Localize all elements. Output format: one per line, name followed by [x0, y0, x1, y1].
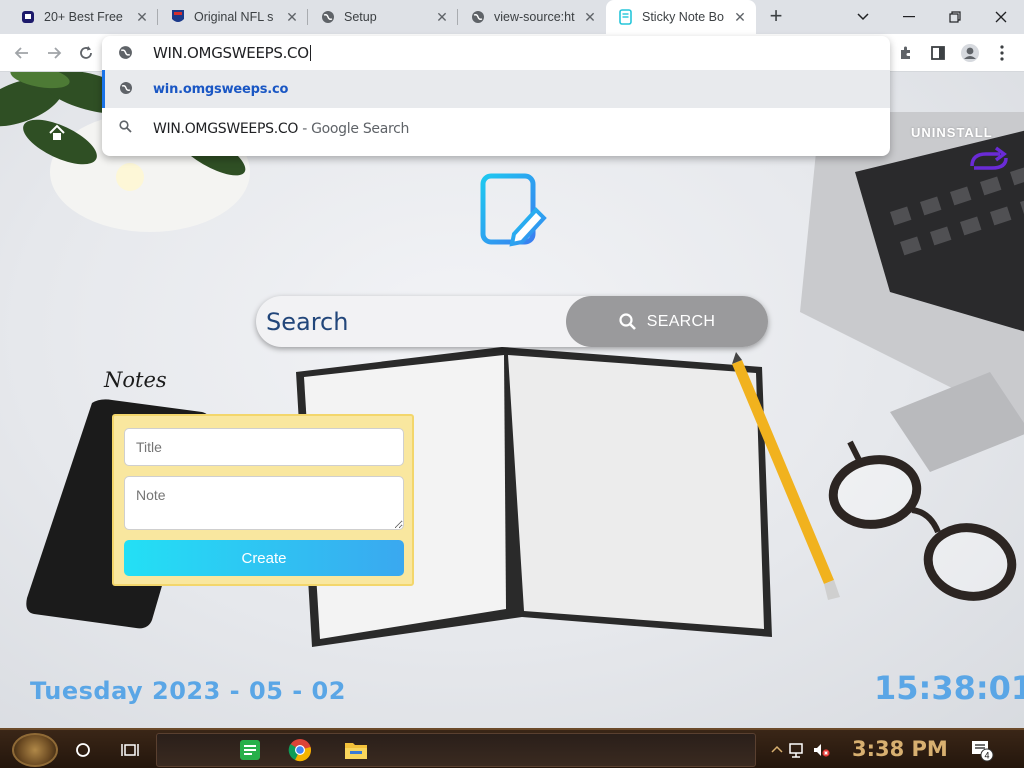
new-tab-button[interactable]: +: [764, 5, 788, 29]
taskbar-clock[interactable]: 3:38 PM: [852, 737, 948, 761]
nfl-icon: [170, 9, 186, 25]
file-explorer-icon[interactable]: [342, 736, 370, 764]
close-tab-icon[interactable]: ✕: [134, 9, 150, 25]
sticky-note-logo-icon: [480, 173, 547, 247]
suggestion-url[interactable]: win.omgsweeps.co: [102, 70, 890, 108]
close-tab-icon[interactable]: ✕: [434, 9, 450, 25]
search-bar: SEARCH: [256, 296, 768, 347]
sticky-notes-app-icon[interactable]: [236, 736, 264, 764]
close-window-button[interactable]: [978, 0, 1024, 34]
search-icon: [119, 120, 132, 138]
tab-title: Sticky Note Bo: [642, 10, 724, 24]
close-tab-icon[interactable]: ✕: [582, 9, 598, 25]
tab-nfl[interactable]: Original NFL s ✕: [158, 0, 308, 34]
tab-view-source[interactable]: view-source:ht ✕: [458, 0, 606, 34]
suggestion-search-text: WIN.OMGSWEEPS.CO - Google Search: [153, 121, 410, 137]
notes-heading: Notes: [104, 368, 167, 392]
create-note-button[interactable]: Create: [124, 540, 404, 576]
omnibox-dropdown: WIN.OMGSWEEPS.CO win.omgsweeps.co WIN.OM…: [102, 36, 890, 156]
note-icon: [618, 9, 634, 25]
start-button[interactable]: [12, 733, 58, 767]
close-tab-icon[interactable]: ✕: [732, 9, 748, 25]
minimize-button[interactable]: [886, 0, 932, 34]
tab-title: Setup: [344, 10, 377, 24]
clock-display: 15:38:01: [874, 669, 1024, 707]
side-panel-icon[interactable]: [926, 41, 950, 65]
network-icon[interactable]: [788, 741, 806, 759]
back-button[interactable]: [10, 41, 34, 65]
address-bar[interactable]: WIN.OMGSWEEPS.CO: [102, 36, 890, 70]
globe-icon: [118, 45, 133, 65]
chevron-down-icon[interactable]: [840, 0, 886, 34]
extensions-icon[interactable]: [894, 41, 918, 65]
cortana-icon[interactable]: [69, 736, 97, 764]
profile-avatar-icon[interactable]: [958, 41, 982, 65]
search-icon: [619, 312, 636, 330]
note-body-input[interactable]: [124, 476, 404, 530]
tab-title: view-source:ht: [494, 10, 575, 24]
text-caret: [309, 45, 311, 61]
restore-button[interactable]: [932, 0, 978, 34]
menu-kebab-icon[interactable]: [990, 41, 1014, 65]
task-view-icon[interactable]: [116, 736, 144, 764]
search-input[interactable]: [266, 306, 556, 337]
glasses-image: [828, 440, 1017, 601]
close-tab-icon[interactable]: ✕: [284, 9, 300, 25]
notes-card: Create: [112, 414, 414, 586]
uninstall-link[interactable]: UNINSTALL: [911, 125, 993, 140]
tv-icon: [20, 9, 36, 25]
volume-muted-icon[interactable]: [812, 741, 830, 759]
notification-center-icon[interactable]: 4: [970, 738, 994, 762]
forward-button[interactable]: [42, 41, 66, 65]
chrome-icon[interactable]: [286, 736, 314, 764]
chevron-up-icon[interactable]: [768, 741, 786, 759]
globe-icon: [320, 9, 336, 25]
globe-icon: [470, 9, 486, 25]
new-tab-page: UNINSTALL SEARCH Notes: [0, 72, 1024, 728]
search-button[interactable]: SEARCH: [566, 296, 768, 347]
tab-title: Original NFL s: [194, 10, 274, 24]
suggestion-google-search[interactable]: WIN.OMGSWEEPS.CO - Google Search: [102, 108, 890, 146]
taskbar: 3:38 PM 4: [0, 728, 1024, 768]
share-icon[interactable]: [966, 144, 1012, 174]
address-text[interactable]: WIN.OMGSWEEPS.CO: [153, 44, 311, 62]
globe-icon: [119, 81, 133, 100]
date-display: Tuesday 2023 - 05 - 02: [30, 677, 346, 705]
tab-best-free[interactable]: 20+ Best Free ✕: [8, 0, 158, 34]
tab-setup[interactable]: Setup ✕: [308, 0, 458, 34]
tab-title: 20+ Best Free: [44, 10, 123, 24]
suggestion-url-text: win.omgsweeps.co: [153, 82, 289, 97]
tab-sticky-note[interactable]: Sticky Note Bo ✕: [606, 0, 756, 34]
reload-button[interactable]: [74, 41, 98, 65]
notification-count: 4: [984, 751, 989, 761]
note-title-input[interactable]: [124, 428, 404, 466]
tab-strip: 20+ Best Free ✕ Original NFL s ✕ Setup ✕…: [0, 0, 1024, 34]
search-button-label: SEARCH: [646, 312, 716, 330]
home-icon[interactable]: [48, 124, 66, 142]
